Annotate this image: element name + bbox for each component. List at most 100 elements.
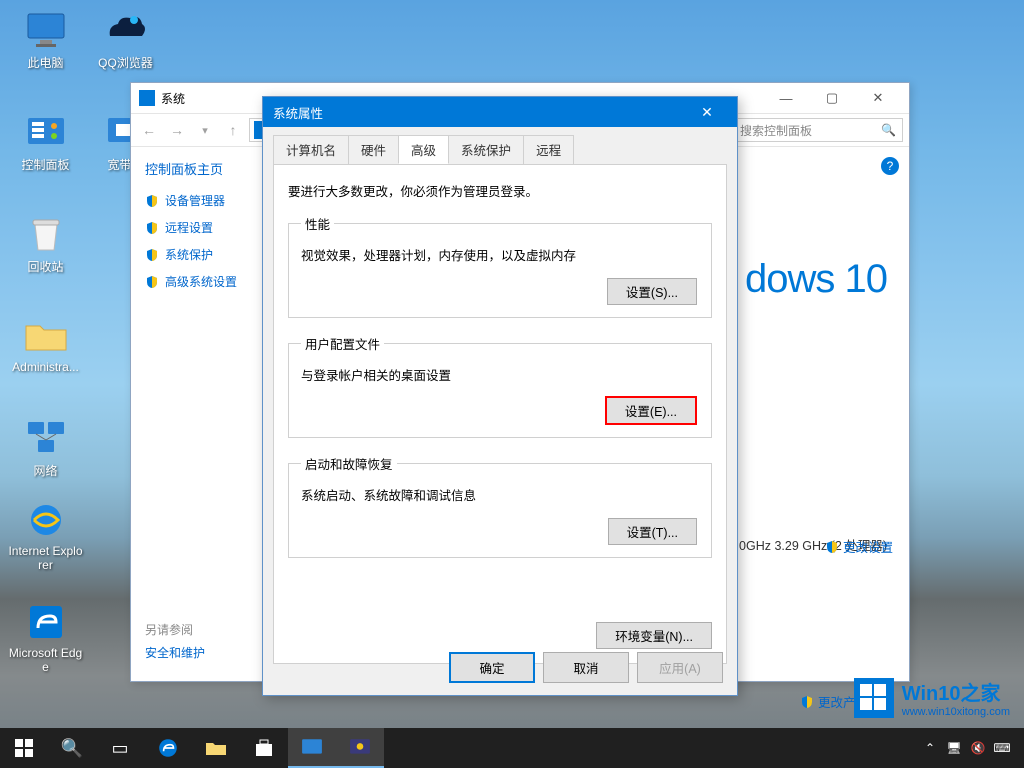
- windows10-brand: dows 10: [745, 257, 887, 302]
- shield-icon: [145, 194, 159, 208]
- sidebar-link-advanced[interactable]: 高级系统设置: [145, 273, 242, 290]
- tab-advanced[interactable]: 高级: [398, 135, 449, 164]
- apply-button[interactable]: 应用(A): [637, 652, 723, 683]
- tray-overflow-icon[interactable]: ⌃: [918, 741, 942, 755]
- qq-browser-icon: [104, 8, 148, 52]
- close-button[interactable]: ✕: [855, 83, 901, 113]
- group-desc: 视觉效果，处理器计划，内存使用，以及虚拟内存: [301, 245, 699, 264]
- desktop-icon-qq-browser[interactable]: QQ浏览器: [88, 8, 163, 71]
- dialog-title: 系统属性: [273, 103, 323, 122]
- taskbar-explorer[interactable]: [192, 728, 240, 768]
- profiles-settings-button[interactable]: 设置(E)...: [605, 396, 697, 425]
- group-legend: 用户配置文件: [301, 334, 384, 353]
- group-legend: 性能: [301, 214, 334, 233]
- taskbar[interactable]: 🔍 ▭ ⌃ 🖥 🔇 ⌨: [0, 728, 1024, 768]
- tab-remote[interactable]: 远程: [523, 135, 574, 164]
- tray-network-icon[interactable]: 🖥: [942, 741, 966, 755]
- sidebar-link-protection[interactable]: 系统保护: [145, 246, 242, 263]
- maximize-button[interactable]: ▢: [809, 83, 855, 113]
- performance-settings-button[interactable]: 设置(S)...: [607, 278, 697, 305]
- see-also-label: 另请参阅: [145, 621, 205, 638]
- desktop-icon-control-panel[interactable]: 控制面板: [8, 110, 83, 173]
- shield-icon: [800, 695, 814, 709]
- taskbar-system-properties[interactable]: [336, 728, 384, 768]
- shield-icon: [145, 248, 159, 262]
- watermark: Win10之家 www.win10xitong.com: [854, 677, 1010, 718]
- window-icon: [139, 90, 155, 106]
- shield-icon: [825, 540, 839, 554]
- security-link[interactable]: 安全和维护: [145, 644, 205, 661]
- taskbar-edge[interactable]: [144, 728, 192, 768]
- startup-settings-button[interactable]: 设置(T)...: [608, 518, 697, 545]
- desktop-icon-label: 网络: [8, 462, 83, 479]
- recent-button[interactable]: ▾: [193, 118, 217, 142]
- desktop-icon-ie[interactable]: Internet Explorer: [8, 498, 83, 572]
- dialog-titlebar[interactable]: 系统属性 ✕: [263, 97, 737, 127]
- system-properties-dialog: 系统属性 ✕ 计算机名 硬件 高级 系统保护 远程 要进行大多数更改，你必须作为…: [262, 96, 738, 696]
- dialog-tabs: 计算机名 硬件 高级 系统保护 远程: [263, 127, 737, 164]
- recycle-bin-icon: [24, 212, 68, 256]
- sidebar: 控制面板主页 设备管理器 远程设置 系统保护 高级系统设置 另请参阅 安全和维护: [131, 147, 256, 681]
- search-icon: 🔍: [881, 123, 896, 137]
- desktop-icon-label: QQ浏览器: [88, 54, 163, 71]
- desktop-icon-recycle-bin[interactable]: 回收站: [8, 212, 83, 275]
- tab-protection[interactable]: 系统保护: [448, 135, 524, 164]
- ok-button[interactable]: 确定: [449, 652, 535, 683]
- taskbar-control-panel[interactable]: [288, 728, 336, 768]
- group-desc: 与登录帐户相关的桌面设置: [301, 365, 699, 384]
- search-input[interactable]: 搜索控制面板 🔍: [733, 118, 903, 142]
- watermark-text: Win10之家: [902, 677, 1010, 706]
- control-panel-icon: [24, 110, 68, 154]
- cancel-button[interactable]: 取消: [543, 652, 629, 683]
- shield-icon: [145, 275, 159, 289]
- desktop-icon-label: 回收站: [8, 258, 83, 275]
- shield-icon: [145, 221, 159, 235]
- forward-button[interactable]: →: [165, 118, 189, 142]
- ie-icon: [24, 498, 68, 542]
- desktop-icon-admin[interactable]: Administra...: [8, 314, 83, 374]
- network-icon: [24, 416, 68, 460]
- link-text: 系统保护: [165, 246, 213, 263]
- desktop-icon-network[interactable]: 网络: [8, 416, 83, 479]
- change-settings-link[interactable]: 更改设置: [825, 537, 893, 556]
- monitor-icon: [24, 8, 68, 52]
- link-text: 远程设置: [165, 219, 213, 236]
- group-desc: 系统启动、系统故障和调试信息: [301, 485, 699, 504]
- search-placeholder: 搜索控制面板: [740, 122, 812, 139]
- sidebar-link-device-manager[interactable]: 设备管理器: [145, 192, 242, 209]
- task-view-button[interactable]: ▭: [96, 728, 144, 768]
- desktop-icon-label: 此电脑: [8, 54, 83, 71]
- tray-input-icon[interactable]: ⌨: [990, 741, 1014, 755]
- environment-variables-button[interactable]: 环境变量(N)...: [596, 622, 712, 649]
- help-icon[interactable]: ?: [881, 157, 899, 175]
- watermark-url: www.win10xitong.com: [902, 706, 1010, 718]
- link-text: 设备管理器: [165, 192, 225, 209]
- window-title: 系统: [161, 90, 185, 107]
- tray-volume-muted-icon[interactable]: 🔇: [966, 741, 990, 755]
- tab-hardware[interactable]: 硬件: [348, 135, 399, 164]
- search-button[interactable]: 🔍: [48, 728, 96, 768]
- desktop-icon-label: Microsoft Edge: [8, 646, 83, 674]
- link-text: 更改设置: [843, 537, 893, 556]
- minimize-button[interactable]: —: [763, 83, 809, 113]
- desktop-icon-this-pc[interactable]: 此电脑: [8, 8, 83, 71]
- desktop-icon-label: Administra...: [8, 360, 83, 374]
- group-legend: 启动和故障恢复: [301, 454, 397, 473]
- sidebar-link-remote[interactable]: 远程设置: [145, 219, 242, 236]
- close-button[interactable]: ✕: [687, 97, 727, 127]
- sidebar-title[interactable]: 控制面板主页: [145, 159, 242, 178]
- taskbar-store[interactable]: [240, 728, 288, 768]
- start-button[interactable]: [0, 728, 48, 768]
- desktop-icon-label: 控制面板: [8, 156, 83, 173]
- group-user-profiles: 用户配置文件 与登录帐户相关的桌面设置 设置(E)...: [288, 334, 712, 438]
- folder-icon: [24, 314, 68, 358]
- edge-icon: [24, 600, 68, 644]
- windows-logo-icon: [854, 678, 894, 718]
- tab-computer-name[interactable]: 计算机名: [273, 135, 349, 164]
- up-button[interactable]: ↑: [221, 118, 245, 142]
- system-tray[interactable]: ⌃ 🖥 🔇 ⌨: [918, 741, 1024, 755]
- group-startup: 启动和故障恢复 系统启动、系统故障和调试信息 设置(T)...: [288, 454, 712, 558]
- back-button[interactable]: ←: [137, 118, 161, 142]
- link-text: 高级系统设置: [165, 273, 237, 290]
- desktop-icon-edge[interactable]: Microsoft Edge: [8, 600, 83, 674]
